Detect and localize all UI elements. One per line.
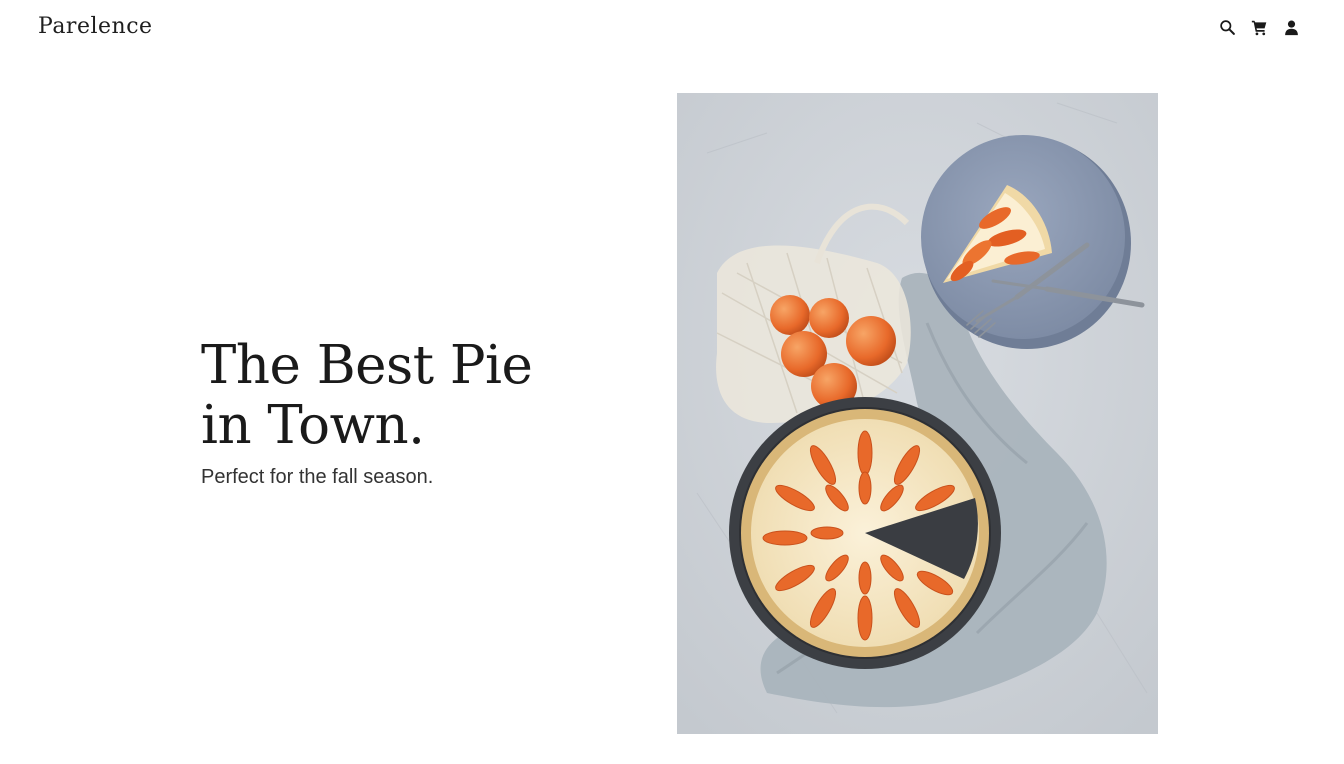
account-icon[interactable]: [1282, 18, 1300, 36]
search-icon[interactable]: [1218, 18, 1236, 36]
hero-heading-line-2: in Town.: [201, 395, 425, 456]
nav-icon-group: [1218, 18, 1300, 36]
brand-logo[interactable]: Parelence: [38, 12, 153, 42]
hero-heading: The Best Pie in Town.: [201, 336, 621, 456]
hero-subheading: Perfect for the fall season.: [201, 466, 434, 488]
top-navbar: Parelence: [0, 0, 1344, 56]
hero-photo-apricot-pie: [677, 93, 1158, 734]
hero-heading-line-1: The Best Pie: [201, 335, 533, 396]
tart: [729, 397, 1001, 669]
hero-text-block: The Best Pie in Town. Perfect for the fa…: [201, 336, 621, 490]
cart-icon[interactable]: [1250, 18, 1268, 36]
